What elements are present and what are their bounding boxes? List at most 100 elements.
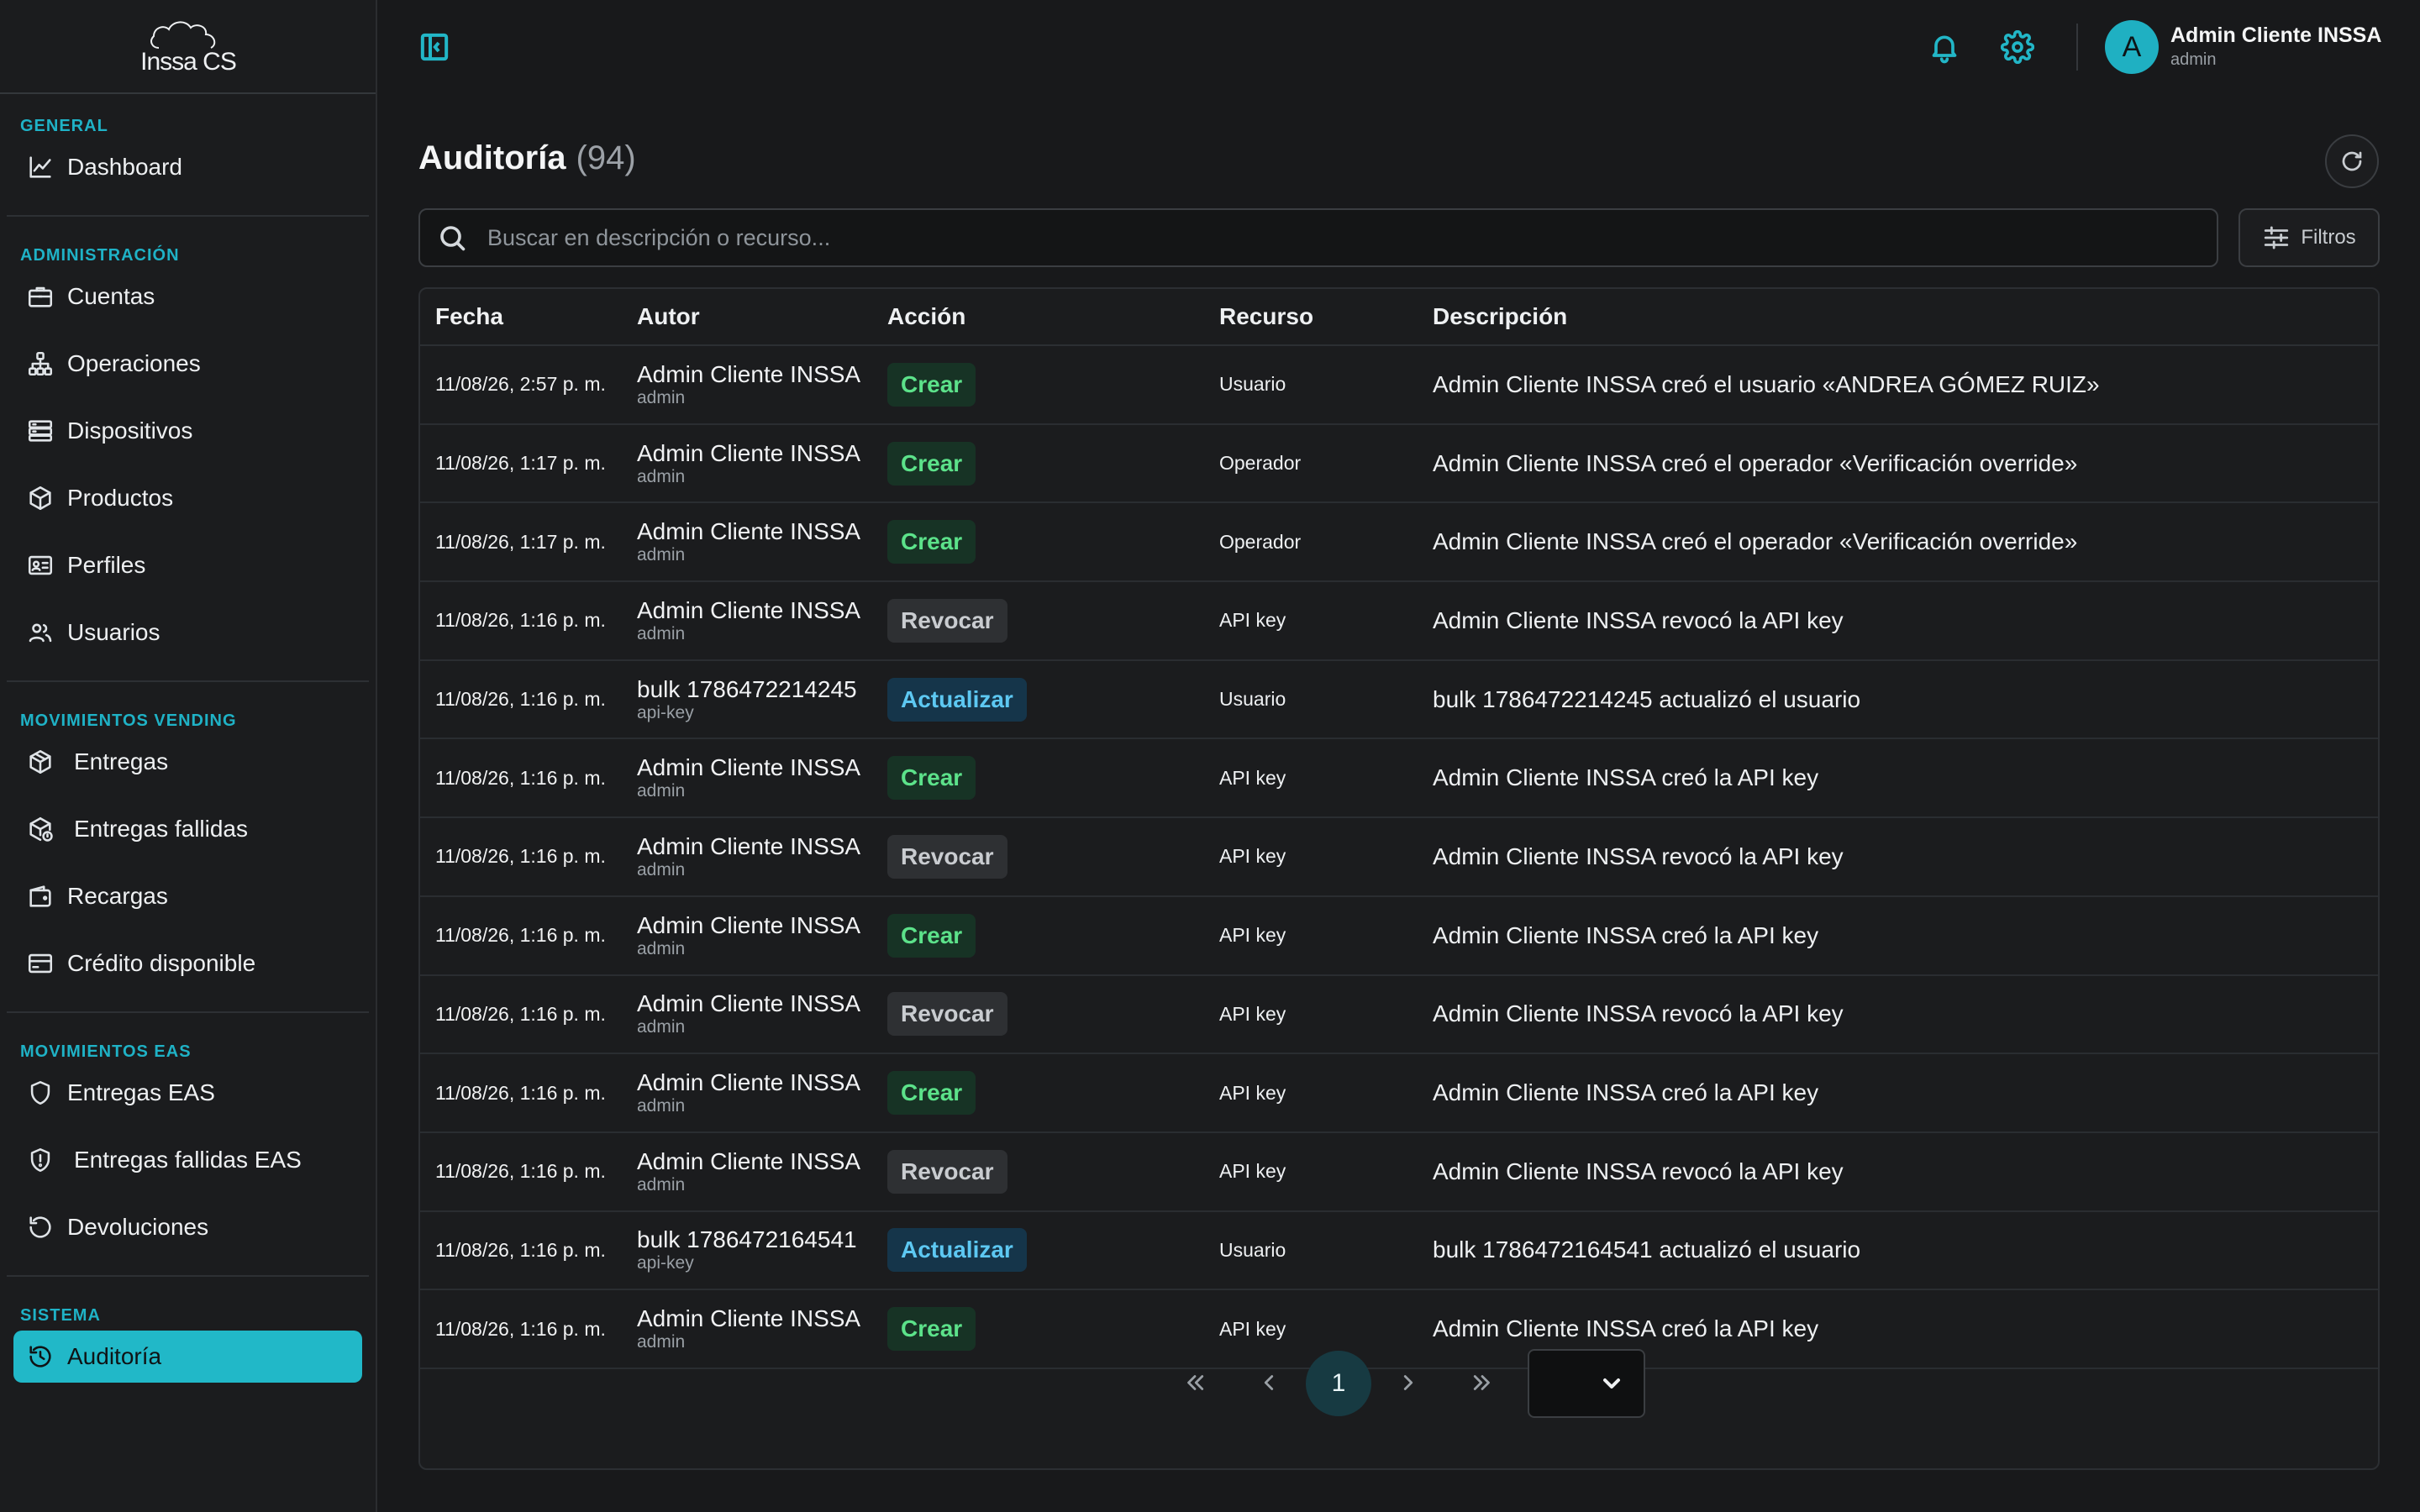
history-icon: [25, 1341, 55, 1372]
table-row[interactable]: 11/08/26, 1:16 p. m. bulk 1786472164541 …: [420, 1212, 2378, 1291]
column-header-action[interactable]: Acción: [887, 303, 1219, 330]
cell-author: Admin Cliente INSSA admin: [637, 754, 887, 801]
column-header-author[interactable]: Autor: [637, 303, 887, 330]
action-badge: Revocar: [887, 1149, 1007, 1194]
first-page-icon[interactable]: [1175, 1362, 1215, 1403]
cell-date: 11/08/26, 1:16 p. m.: [435, 766, 606, 789]
table-row[interactable]: 11/08/26, 1:16 p. m. Admin Cliente INSSA…: [420, 1054, 2378, 1133]
app-logo[interactable]: Inssa CS: [0, 0, 376, 94]
cell-date: 11/08/26, 1:17 p. m.: [435, 452, 606, 475]
table-row[interactable]: 11/08/26, 1:16 p. m. bulk 1786472214245 …: [420, 661, 2378, 740]
refresh-button[interactable]: [2325, 134, 2379, 188]
sidebar-item-productos[interactable]: Productos: [13, 472, 362, 524]
settings-gear-icon[interactable]: [2000, 29, 2035, 65]
sidebar-item-usuarios[interactable]: Usuarios: [13, 606, 362, 659]
cell-action: Revocar: [887, 834, 1219, 879]
cell-resource: API key: [1219, 1081, 1286, 1104]
table-row[interactable]: 11/08/26, 1:17 p. m. Admin Cliente INSSA…: [420, 503, 2378, 583]
nav-section-title: GENERAL: [20, 117, 108, 135]
nav-section-title: ADMINISTRACIÓN: [20, 246, 180, 265]
current-page[interactable]: 1: [1306, 1351, 1371, 1416]
author-name: Admin Cliente INSSA: [637, 1305, 861, 1332]
action-badge: Revocar: [887, 598, 1007, 643]
sidebar-item-auditoria[interactable]: Auditoría: [13, 1331, 362, 1383]
user-role: admin: [2170, 50, 2217, 69]
table-row[interactable]: 11/08/26, 1:16 p. m. Admin Cliente INSSA…: [420, 976, 2378, 1055]
table-row[interactable]: 11/08/26, 2:57 p. m. Admin Cliente INSSA…: [420, 346, 2378, 425]
notifications-bell-icon[interactable]: [1928, 30, 1961, 64]
cell-action: Crear: [887, 1071, 1219, 1116]
cell-description: bulk 1786472164541 actualizó el usuario: [1433, 1236, 1861, 1263]
sidebar-item-label: Productos: [67, 485, 174, 511]
sidebar-item-dispositivos[interactable]: Dispositivos: [13, 405, 362, 457]
action-badge: Crear: [887, 913, 976, 958]
table-row[interactable]: 11/08/26, 1:16 p. m. Admin Cliente INSSA…: [420, 582, 2378, 661]
table-row[interactable]: 11/08/26, 1:16 p. m. Admin Cliente INSSA…: [420, 818, 2378, 897]
sidebar-item-entregas-fallidas-eas[interactable]: Entregas fallidas EAS: [13, 1134, 362, 1186]
next-page-icon[interactable]: [1388, 1362, 1428, 1403]
column-header-resource[interactable]: Recurso: [1219, 303, 1433, 330]
sidebar-item-entregas-fallidas[interactable]: Entregas fallidas: [13, 803, 362, 855]
author-type: admin: [637, 938, 686, 958]
cell-description: Admin Cliente INSSA revocó la API key: [1433, 1000, 1844, 1027]
cell-description: Admin Cliente INSSA creó la API key: [1433, 1079, 1819, 1106]
cell-author: bulk 1786472214245 api-key: [637, 676, 887, 723]
author-name: bulk 1786472164541: [637, 1226, 857, 1253]
page-title: Auditoría (94): [418, 139, 636, 177]
author-name: Admin Cliente INSSA: [637, 439, 861, 466]
action-badge: Actualizar: [887, 677, 1027, 722]
author-name: Admin Cliente INSSA: [637, 1147, 861, 1174]
sidebar-item-credito-disponible[interactable]: Crédito disponible: [13, 937, 362, 990]
previous-page-icon[interactable]: [1249, 1362, 1289, 1403]
sidebar-item-entregas[interactable]: Entregas: [13, 736, 362, 788]
user-name[interactable]: Admin Cliente INSSA: [2170, 24, 2381, 48]
sidebar-item-operaciones[interactable]: Operaciones: [13, 338, 362, 390]
sidebar-item-perfiles[interactable]: Perfiles: [13, 539, 362, 591]
undo-icon: [25, 1212, 55, 1242]
cell-action: Revocar: [887, 598, 1219, 643]
author-type: admin: [637, 623, 686, 643]
table-row[interactable]: 11/08/26, 1:16 p. m. Admin Cliente INSSA…: [420, 739, 2378, 819]
chart-line-icon: [25, 152, 55, 182]
nav-divider: [7, 1011, 369, 1013]
sidebar-toggle-icon[interactable]: [418, 30, 451, 64]
cell-description: Admin Cliente INSSA creó el operador «Ve…: [1433, 528, 2078, 555]
column-header-date[interactable]: Fecha: [420, 303, 637, 330]
column-header-description[interactable]: Descripción: [1433, 303, 2378, 330]
sidebar-item-cuentas[interactable]: Cuentas: [13, 270, 362, 323]
table-row[interactable]: 11/08/26, 1:16 p. m. Admin Cliente INSSA…: [420, 897, 2378, 976]
search-input[interactable]: [487, 224, 2217, 251]
page-size-select[interactable]: [1528, 1349, 1645, 1418]
sidebar-item-dashboard[interactable]: Dashboard: [13, 141, 362, 193]
sidebar-item-entregas-eas[interactable]: Entregas EAS: [13, 1067, 362, 1119]
cell-resource: API key: [1219, 1160, 1286, 1183]
table-row[interactable]: 11/08/26, 1:17 p. m. Admin Cliente INSSA…: [420, 425, 2378, 504]
table-row[interactable]: 11/08/26, 1:16 p. m. Admin Cliente INSSA…: [420, 1133, 2378, 1212]
sidebar-item-recargas[interactable]: Recargas: [13, 870, 362, 922]
sidebar-nav: GENERAL Dashboard ADMINISTRACIÓN Cuentas Ope…: [0, 116, 376, 1383]
author-type: admin: [637, 781, 686, 801]
cell-date: 11/08/26, 1:16 p. m.: [435, 1081, 606, 1104]
search-icon: [440, 226, 466, 251]
sidebar-item-label: Operaciones: [67, 350, 201, 376]
author-type: admin: [637, 1017, 686, 1037]
sidebar-item-devoluciones[interactable]: Devoluciones: [13, 1201, 362, 1253]
cell-date: 11/08/26, 1:16 p. m.: [435, 1002, 606, 1025]
cell-action: Revocar: [887, 992, 1219, 1037]
avatar[interactable]: A: [2105, 20, 2159, 74]
cell-date: 11/08/26, 2:57 p. m.: [435, 373, 606, 396]
cell-description: Admin Cliente INSSA creó la API key: [1433, 921, 1819, 948]
cell-description: Admin Cliente INSSA creó la API key: [1433, 1315, 1819, 1342]
action-badge: Crear: [887, 520, 976, 564]
nav-section: MOVIMIENTOS VENDING Entregas Entregas fall…: [0, 711, 376, 990]
sidebar-item-label: Perfiles: [67, 552, 146, 578]
filters-button[interactable]: Filtros: [2238, 208, 2380, 267]
search-field[interactable]: [418, 208, 2218, 267]
nav-section: MOVIMIENTOS EAS Entregas EAS Entregas fall…: [0, 1042, 376, 1253]
shield-alert-icon: [25, 1145, 55, 1175]
package-icon: [25, 747, 55, 777]
last-page-icon[interactable]: [1462, 1362, 1502, 1403]
nav-section-title: MOVIMIENTOS VENDING: [20, 711, 237, 730]
author-name: Admin Cliente INSSA: [637, 911, 861, 938]
author-name: Admin Cliente INSSA: [637, 518, 861, 545]
